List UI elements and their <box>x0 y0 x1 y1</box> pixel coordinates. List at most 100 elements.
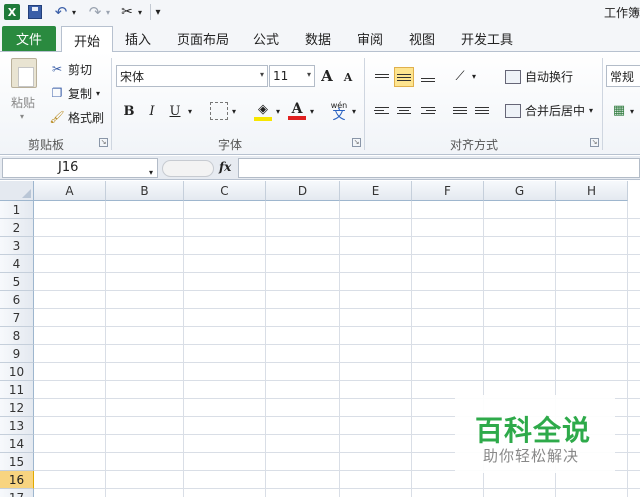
shrink-font-button[interactable]: A <box>342 69 354 85</box>
row-header-5[interactable]: 5 <box>0 273 34 291</box>
grid-row-line <box>34 380 640 381</box>
wrap-text-button[interactable]: 自动换行 <box>505 68 573 85</box>
borders-dropdown-icon[interactable]: ▾ <box>230 104 238 118</box>
column-header-f[interactable]: F <box>412 181 484 201</box>
column-header-h[interactable]: H <box>556 181 628 201</box>
row-header-8[interactable]: 8 <box>0 327 34 345</box>
row-header-2[interactable]: 2 <box>0 219 34 237</box>
number-format-select[interactable]: 常规 <box>606 65 640 87</box>
underline-button[interactable]: U <box>166 101 184 121</box>
grid-row-line <box>34 362 640 363</box>
font-launcher-icon[interactable]: ↘ <box>352 138 361 147</box>
name-box[interactable]: J16 ▾ <box>2 158 158 178</box>
row-header-6[interactable]: 6 <box>0 291 34 309</box>
row-header-1[interactable]: 1 <box>0 201 34 219</box>
fill-color-button[interactable]: ◈ <box>252 100 274 122</box>
tab-home[interactable]: 开始 <box>61 26 114 53</box>
tab-review[interactable]: 审阅 <box>357 29 383 48</box>
alignment-launcher-icon[interactable]: ↘ <box>590 138 599 147</box>
align-top-button[interactable] <box>372 66 392 86</box>
align-bottom-button[interactable] <box>418 70 438 90</box>
tab-formulas[interactable]: 公式 <box>253 29 279 48</box>
orientation-icon[interactable]: ⟋ <box>450 66 470 86</box>
row-header-17[interactable]: 17 <box>0 489 34 497</box>
name-box-value: J16 <box>58 160 79 175</box>
excel-logo-icon[interactable]: X <box>4 4 20 20</box>
phonetic-dropdown-icon[interactable]: ▾ <box>350 104 358 118</box>
tools-dropdown-icon[interactable]: ▾ <box>136 3 144 21</box>
tab-insert[interactable]: 插入 <box>125 29 151 48</box>
format-painter-label: 格式刷 <box>68 110 105 125</box>
tools-icon[interactable]: ✂ <box>118 3 136 21</box>
select-all-corner[interactable] <box>0 181 34 201</box>
currency-dropdown-icon[interactable]: ▾ <box>628 104 636 118</box>
chevron-down-icon: ▾ <box>259 70 264 79</box>
formula-bar-divider-handle[interactable] <box>162 160 214 177</box>
align-middle-button[interactable] <box>394 67 414 87</box>
undo-icon[interactable]: ↶ <box>52 3 70 21</box>
currency-format-icon[interactable]: ▦ <box>610 100 628 120</box>
paste-button[interactable]: 粘贴 <box>11 94 35 111</box>
align-center-button[interactable] <box>394 100 414 120</box>
decrease-indent-button[interactable] <box>450 100 470 120</box>
tab-developer[interactable]: 开发工具 <box>461 29 513 48</box>
fill-color-dropdown-icon[interactable]: ▾ <box>274 104 282 118</box>
copy-button[interactable]: ❐ 复制 ▾ <box>50 84 100 102</box>
font-name-value: 宋体 <box>120 69 145 84</box>
align-right-button[interactable] <box>418 100 438 120</box>
row-header-10[interactable]: 10 <box>0 363 34 381</box>
merge-center-button[interactable]: 合并后居中 ▾ <box>505 102 593 119</box>
column-header-c[interactable]: C <box>184 181 266 201</box>
tab-file[interactable]: 文件 <box>2 26 56 51</box>
clipboard-launcher-icon[interactable]: ↘ <box>99 138 108 147</box>
font-color-button[interactable]: A <box>286 100 308 122</box>
customize-quick-access-icon[interactable]: ▾ <box>153 3 163 21</box>
font-color-dropdown-icon[interactable]: ▾ <box>308 104 316 118</box>
font-name-select[interactable]: 宋体 ▾ <box>116 65 268 87</box>
tab-data[interactable]: 数据 <box>305 29 331 48</box>
grid-row-line <box>34 218 640 219</box>
redo-icon[interactable]: ↷ <box>86 3 104 21</box>
orientation-dropdown-icon[interactable]: ▾ <box>470 70 478 82</box>
tab-view[interactable]: 视图 <box>409 29 435 48</box>
font-size-select[interactable]: 11 ▾ <box>269 65 315 87</box>
grow-font-button[interactable]: A <box>320 66 334 86</box>
save-icon[interactable] <box>28 5 42 19</box>
bold-button[interactable]: B <box>120 101 138 121</box>
column-header-a[interactable]: A <box>34 181 106 201</box>
tab-page-layout[interactable]: 页面布局 <box>177 29 229 48</box>
row-header-7[interactable]: 7 <box>0 309 34 327</box>
column-header-d[interactable]: D <box>266 181 340 201</box>
column-header-b[interactable]: B <box>106 181 184 201</box>
increase-indent-button[interactable] <box>472 100 492 120</box>
row-header-15[interactable]: 15 <box>0 453 34 471</box>
insert-function-button[interactable]: fx <box>219 160 231 174</box>
redo-dropdown-icon[interactable]: ▾ <box>104 3 112 21</box>
row-header-3[interactable]: 3 <box>0 237 34 255</box>
undo-dropdown-icon[interactable]: ▾ <box>70 3 78 21</box>
group-divider <box>111 58 112 150</box>
wrap-text-icon <box>505 69 521 84</box>
italic-button[interactable]: I <box>143 101 161 121</box>
row-header-11[interactable]: 11 <box>0 381 34 399</box>
cut-button[interactable]: ✂ 剪切 <box>50 60 92 78</box>
format-painter-button[interactable]: 🖌 格式刷 <box>49 108 105 126</box>
row-header-13[interactable]: 13 <box>0 417 34 435</box>
borders-icon[interactable] <box>210 102 228 120</box>
row-header-9[interactable]: 9 <box>0 345 34 363</box>
row-header-12[interactable]: 12 <box>0 399 34 417</box>
phonetic-button[interactable]: wén 文 <box>328 99 350 123</box>
font-size-value: 11 <box>273 69 289 83</box>
merge-center-icon <box>505 103 521 118</box>
underline-dropdown-icon[interactable]: ▾ <box>186 104 194 118</box>
row-header-16[interactable]: 16 <box>0 471 34 489</box>
align-left-button[interactable] <box>372 100 392 120</box>
paste-dropdown-icon[interactable]: ▾ <box>20 112 24 121</box>
column-header-g[interactable]: G <box>484 181 556 201</box>
row-header-14[interactable]: 14 <box>0 435 34 453</box>
row-header-4[interactable]: 4 <box>0 255 34 273</box>
paste-icon[interactable] <box>11 58 37 88</box>
grid-row-line <box>34 236 640 237</box>
column-header-e[interactable]: E <box>340 181 412 201</box>
formula-input[interactable] <box>238 158 640 178</box>
